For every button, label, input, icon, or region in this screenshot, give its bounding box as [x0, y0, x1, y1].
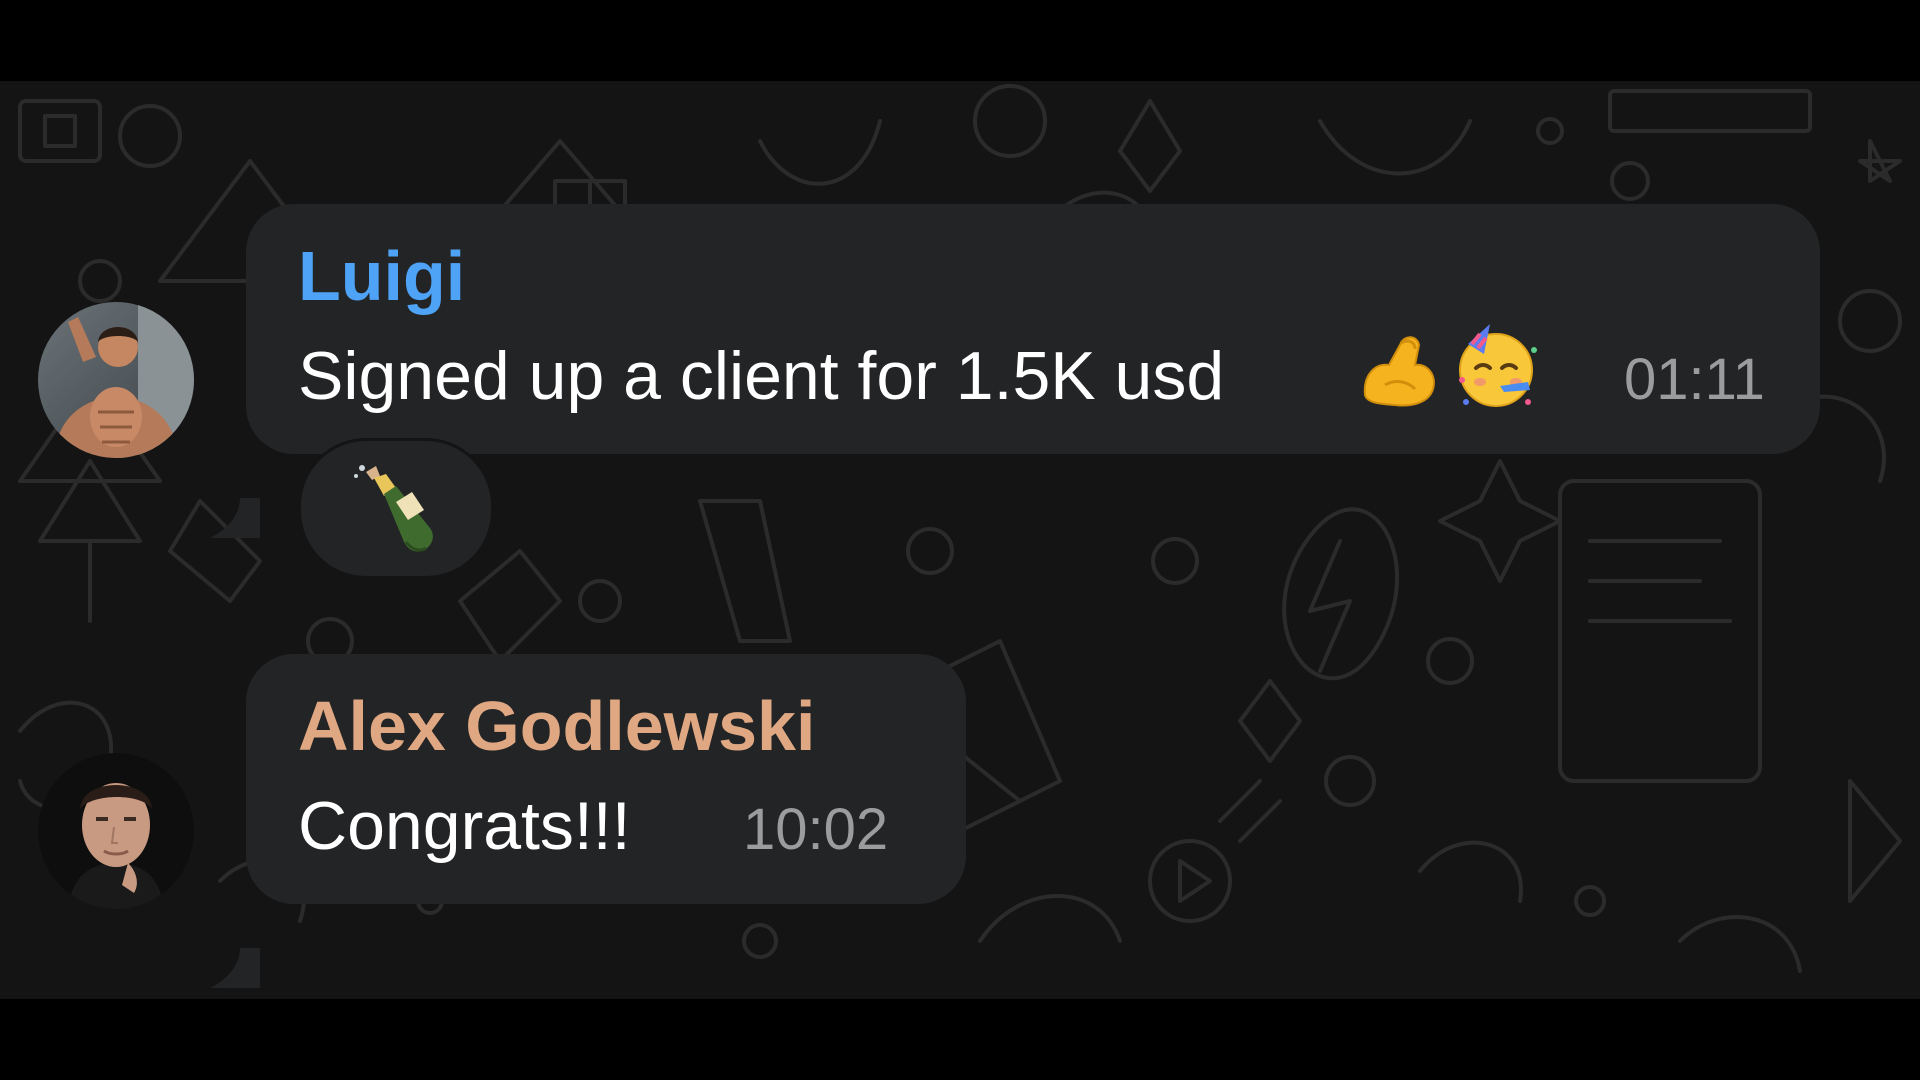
message-text-alex: Congrats!!! [298, 788, 631, 864]
avatar-photo-alex [38, 753, 194, 909]
chat-area[interactable]: Luigi Signed up a client for 1.5K usd 01… [0, 81, 1920, 999]
message-bubble-luigi[interactable]: Luigi Signed up a client for 1.5K usd 01… [246, 204, 1820, 454]
app-window: Luigi Signed up a client for 1.5K usd 01… [0, 0, 1920, 1080]
message-time-luigi: 01:11 [1624, 347, 1765, 412]
bubble-tail-alex [210, 948, 260, 988]
flexed-biceps-icon [1363, 336, 1435, 407]
sender-name-luigi[interactable]: Luigi [298, 241, 465, 311]
avatar-alex-godlewski[interactable] [38, 753, 194, 909]
sender-name-alex[interactable]: Alex Godlewski [298, 691, 815, 761]
reaction-chip[interactable] [298, 438, 494, 579]
bubble-tail-luigi [210, 498, 260, 538]
avatar-photo-luigi [38, 302, 194, 458]
message-text-luigi: Signed up a client for 1.5K usd [298, 338, 1225, 414]
message-time-alex: 10:02 [743, 797, 889, 862]
partying-face-icon [1459, 324, 1537, 407]
avatar-luigi[interactable] [38, 302, 194, 458]
champagne-bottle-icon [354, 465, 433, 552]
message-bubble-alex[interactable]: Alex Godlewski Congrats!!! 10:02 [246, 654, 966, 904]
